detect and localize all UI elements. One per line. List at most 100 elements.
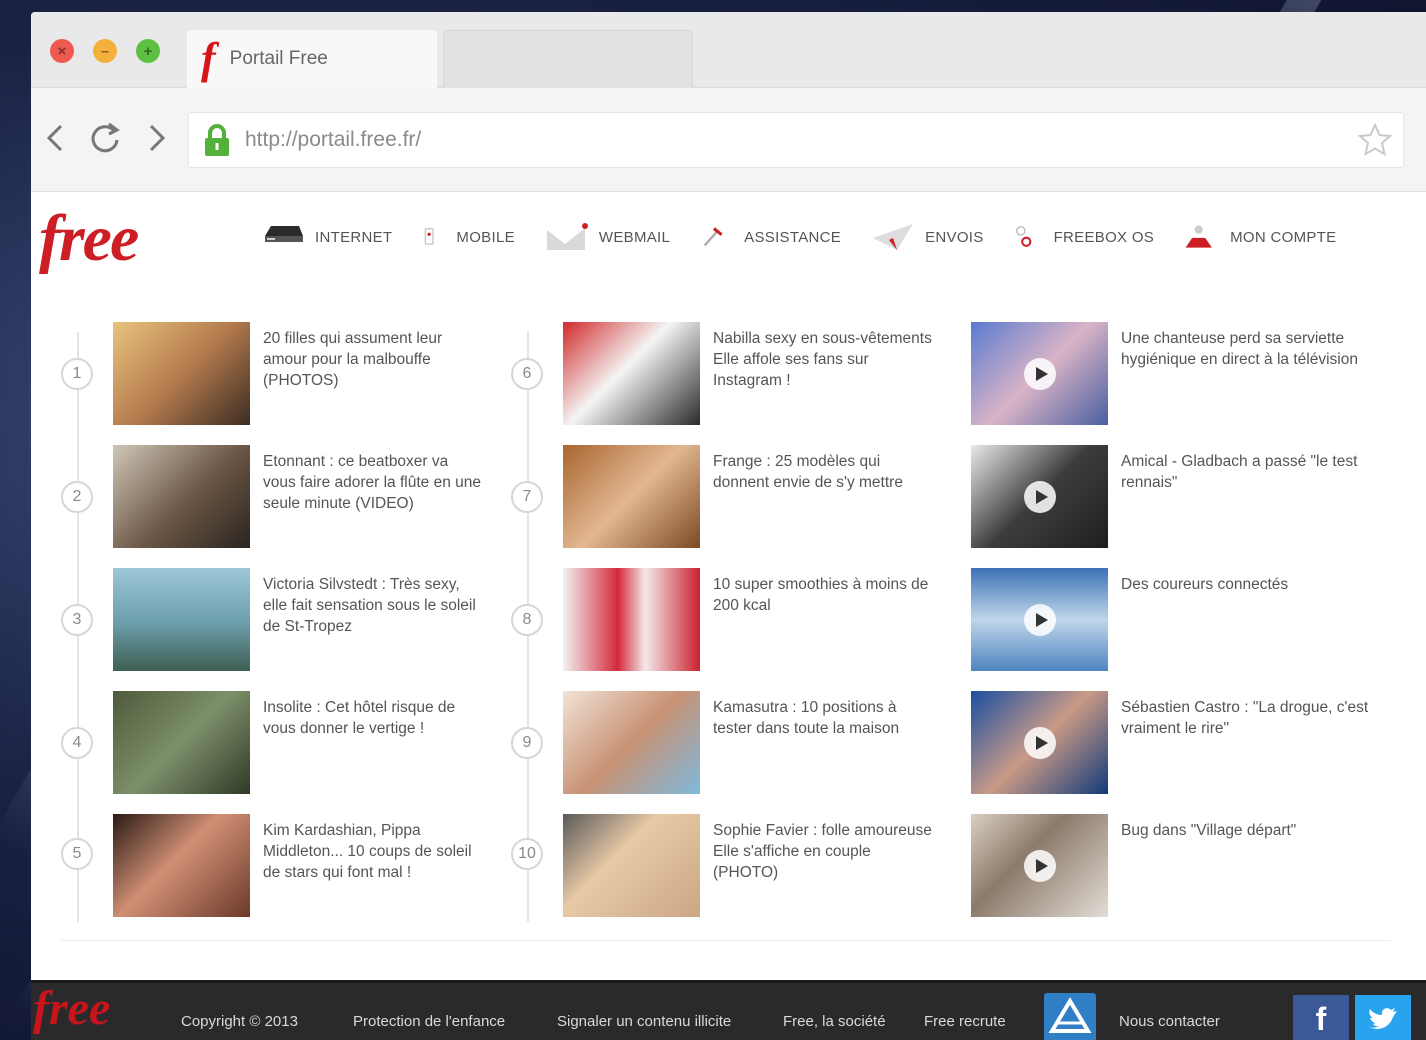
video-title[interactable]: Sébastien Castro : "La drogue, c'est vra…: [1121, 697, 1391, 739]
list-item[interactable]: 1 20 filles qui assument leur amour pour…: [31, 322, 491, 445]
paper-plane-icon: [873, 224, 914, 250]
url-text: http://portail.free.fr/: [245, 128, 422, 151]
twitter-button[interactable]: [1355, 995, 1411, 1040]
article-title[interactable]: 10 super smoothies à moins de 200 kcal: [713, 574, 935, 616]
article-thumbnail[interactable]: [113, 814, 250, 917]
nav-internet[interactable]: INTERNET: [261, 220, 392, 254]
list-item[interactable]: 10 Sophie Favier : folle amoureuse Elle …: [491, 814, 941, 937]
rank-number: 1: [61, 358, 93, 390]
list-item[interactable]: 2 Etonnant : ce beatboxer va vous faire …: [31, 445, 491, 568]
divider: [61, 940, 1391, 941]
list-item[interactable]: Une chanteuse perd sa serviette hygiéniq…: [941, 322, 1401, 445]
rank-number: 5: [61, 838, 93, 870]
address-bar[interactable]: http://portail.free.fr/: [188, 112, 1404, 168]
article-thumbnail[interactable]: [563, 568, 700, 671]
forward-button[interactable]: [135, 118, 175, 158]
arrow-right-icon: [149, 124, 166, 152]
tab-bar: × – + f Portail Free: [31, 12, 1426, 88]
rank-number: 9: [511, 727, 543, 759]
tab-title: Portail Free: [229, 48, 328, 69]
tab-portail-free[interactable]: f Portail Free: [187, 30, 437, 88]
facebook-button[interactable]: f: [1293, 995, 1349, 1040]
list-item[interactable]: 9 Kamasutra : 10 positions à tester dans…: [491, 691, 941, 814]
maximize-window-button[interactable]: +: [136, 39, 160, 63]
article-title[interactable]: Insolite : Cet hôtel risque de vous donn…: [263, 697, 485, 739]
article-title[interactable]: Kim Kardashian, Pippa Middleton... 10 co…: [263, 820, 485, 883]
nav-webmail[interactable]: WEBMAIL: [545, 220, 670, 254]
play-icon: [1024, 481, 1056, 513]
article-title[interactable]: Kamasutra : 10 positions à tester dans t…: [713, 697, 935, 739]
article-title[interactable]: Nabilla sexy en sous-vêtements Elle affo…: [713, 328, 935, 391]
nav-envois[interactable]: ENVOIS: [871, 220, 983, 254]
footer-link-signaler-contenu[interactable]: Signaler un contenu illicite: [557, 1013, 731, 1030]
footer-logo[interactable]: free: [33, 985, 110, 1033]
nav-label: FREEBOX OS: [1053, 228, 1155, 246]
freebox-os-icon: [1015, 226, 1031, 247]
video-title[interactable]: Une chanteuse perd sa serviette hygiéniq…: [1121, 328, 1391, 370]
list-item[interactable]: Des coureurs connectés: [941, 568, 1401, 691]
list-item[interactable]: Sébastien Castro : "La drogue, c'est vra…: [941, 691, 1401, 814]
video-thumbnail[interactable]: [971, 568, 1108, 671]
list-item[interactable]: Bug dans "Village départ": [941, 814, 1401, 937]
ranked-column-2: 6 Nabilla sexy en sous-vêtements Elle af…: [491, 322, 941, 937]
mobile-icon: [425, 228, 434, 245]
nav-label: ASSISTANCE: [744, 228, 842, 246]
play-icon: [1024, 358, 1056, 390]
nav-assistance[interactable]: ASSISTANCE: [700, 220, 841, 254]
close-window-button[interactable]: ×: [50, 39, 74, 63]
list-item[interactable]: 5 Kim Kardashian, Pippa Middleton... 10 …: [31, 814, 491, 937]
video-thumbnail[interactable]: [971, 445, 1108, 548]
rank-number: 4: [61, 727, 93, 759]
ranked-column-1: 1 20 filles qui assument leur amour pour…: [31, 322, 491, 937]
footer-link-free-societe[interactable]: Free, la société: [783, 1013, 886, 1030]
footer-link-protection-enfance[interactable]: Protection de l'enfance: [353, 1013, 505, 1030]
nav-freebox-os[interactable]: FREEBOX OS: [1014, 220, 1155, 254]
minimize-window-button[interactable]: –: [93, 39, 117, 63]
tab-new[interactable]: [443, 30, 693, 88]
bookmark-star-icon[interactable]: [1357, 122, 1393, 158]
association-badge-icon[interactable]: [1044, 993, 1096, 1040]
video-thumbnail[interactable]: [971, 691, 1108, 794]
article-title[interactable]: Etonnant : ce beatboxer va vous faire ad…: [263, 451, 485, 514]
video-thumbnail[interactable]: [971, 814, 1108, 917]
back-button[interactable]: [37, 118, 77, 158]
facebook-icon: f: [1315, 1000, 1327, 1037]
rank-number: 2: [61, 481, 93, 513]
nav-mon-compte[interactable]: MON COMPTE: [1184, 220, 1336, 254]
nav-label: INTERNET: [315, 228, 393, 246]
nav-label: ENVOIS: [925, 228, 984, 246]
nav-mobile[interactable]: MOBILE: [422, 220, 515, 254]
list-item[interactable]: Amical - Gladbach a passé "le test renna…: [941, 445, 1401, 568]
freebox-icon: [265, 226, 303, 242]
video-thumbnail[interactable]: [971, 322, 1108, 425]
reload-button[interactable]: [85, 118, 125, 158]
footer-link-free-recrute[interactable]: Free recrute: [924, 1013, 1006, 1030]
free-favicon-icon: f: [201, 34, 216, 83]
rank-number: 10: [511, 838, 543, 870]
article-thumbnail[interactable]: [563, 445, 700, 548]
article-title[interactable]: Victoria Silvstedt : Très sexy, elle fai…: [263, 574, 485, 637]
video-title[interactable]: Bug dans "Village départ": [1121, 820, 1391, 841]
footer-link-nous-contacter[interactable]: Nous contacter: [1119, 1013, 1220, 1030]
video-title[interactable]: Des coureurs connectés: [1121, 574, 1391, 595]
article-title[interactable]: Sophie Favier : folle amoureuse Elle s'a…: [713, 820, 935, 883]
article-thumbnail[interactable]: [563, 814, 700, 917]
article-thumbnail[interactable]: [113, 445, 250, 548]
article-title[interactable]: Frange : 25 modèles qui donnent envie de…: [713, 451, 935, 493]
list-item[interactable]: 8 10 super smoothies à moins de 200 kcal: [491, 568, 941, 691]
list-item[interactable]: 3 Victoria Silvstedt : Très sexy, elle f…: [31, 568, 491, 691]
free-logo[interactable]: free: [39, 206, 139, 272]
list-item[interactable]: 4 Insolite : Cet hôtel risque de vous do…: [31, 691, 491, 814]
article-thumbnail[interactable]: [563, 691, 700, 794]
nav-label: MON COMPTE: [1230, 228, 1337, 246]
list-item[interactable]: 7 Frange : 25 modèles qui donnent envie …: [491, 445, 941, 568]
article-title[interactable]: 20 filles qui assument leur amour pour l…: [263, 328, 485, 391]
video-title[interactable]: Amical - Gladbach a passé "le test renna…: [1121, 451, 1391, 493]
lock-icon: [205, 124, 229, 156]
article-thumbnail[interactable]: [113, 322, 250, 425]
article-thumbnail[interactable]: [113, 691, 250, 794]
article-thumbnail[interactable]: [113, 568, 250, 671]
article-thumbnail[interactable]: [563, 322, 700, 425]
list-item[interactable]: 6 Nabilla sexy en sous-vêtements Elle af…: [491, 322, 941, 445]
tools-icon: [703, 227, 723, 247]
